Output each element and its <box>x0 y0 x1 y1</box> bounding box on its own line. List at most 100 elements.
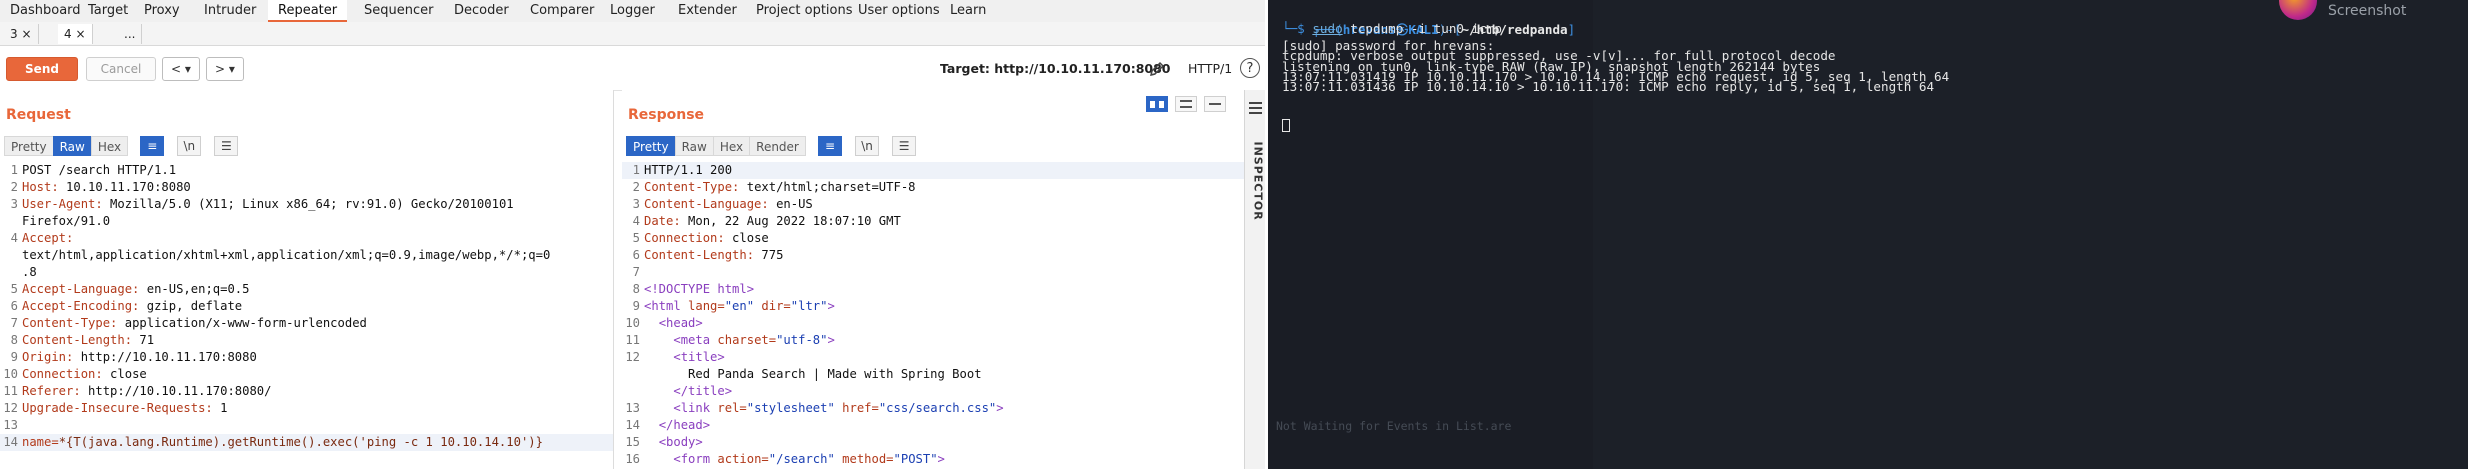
line-number: 1 <box>632 163 640 177</box>
menu-tab-intruder[interactable]: Intruder <box>194 0 266 22</box>
response-line: 4 Date: Mon, 22 Aug 2022 18:07:10 GMT <box>622 213 1244 230</box>
header-key: Accept-Encoding: <box>22 299 140 313</box>
line-number: 8 <box>632 282 640 296</box>
inspector-label[interactable]: INSPECTOR <box>1252 142 1265 221</box>
newline-toggle[interactable]: \n <box>177 136 202 156</box>
header-key: Referer: <box>22 384 81 398</box>
request-line: 8 Content-Length: 71 <box>0 332 613 349</box>
terminal-cursor <box>1282 119 1290 132</box>
request-panel: Request Pretty Raw Hex ≡ \n ☰ 1 POST /searc… <box>0 90 614 469</box>
response-line-content: Red Panda Search | Made with Spring Boot <box>688 367 982 381</box>
newline-toggle[interactable]: \n <box>855 136 880 156</box>
menu-tab-comparer[interactable]: Comparer <box>520 0 604 22</box>
menu-tab-learn[interactable]: Learn <box>940 0 996 22</box>
prompt-line-2: └─$ sudo tcpdump -i tun0 icmp <box>1282 21 1502 36</box>
menu-icon[interactable]: ☰ <box>892 136 917 156</box>
line-number: 13 <box>3 418 18 432</box>
response-line-content: <!DOCTYPE html> <box>644 282 755 296</box>
response-line: 13 <link rel="stylesheet" href="css/sear… <box>622 400 1244 417</box>
line-number: 2 <box>632 180 640 194</box>
repeater-tabs-bar: 3 × 4 ×... <box>0 22 1265 46</box>
format-pretty-button[interactable]: Pretty <box>4 136 54 156</box>
command-sudo: sudo <box>1312 21 1343 36</box>
response-line: </title> <box>622 383 1244 400</box>
request-line: 11 Referer: http://10.10.11.170:8080/ <box>0 383 613 400</box>
target-label: Target: http://10.10.11.170:8080 <box>940 61 1171 76</box>
cancel-button[interactable]: Cancel <box>86 57 156 81</box>
message-actions-icon[interactable]: ≡ <box>140 136 165 156</box>
repeater-tab[interactable]: ... <box>118 24 143 44</box>
split-horizontal-icon[interactable] <box>1145 96 1168 112</box>
response-viewer[interactable]: 1 HTTP/1.1 200 2 Content-Type: text/html;ch… <box>622 162 1244 468</box>
format-render-button[interactable]: Render <box>749 136 806 156</box>
line-number: 14 <box>3 435 18 449</box>
request-editor[interactable]: 1 POST /search HTTP/1.1 2 Host: 10.10.11.17… <box>0 162 613 451</box>
tabs-view-icon[interactable] <box>1204 96 1226 112</box>
repeater-tab[interactable]: 4 × <box>58 24 93 44</box>
http-protocol-label[interactable]: HTTP/1 <box>1188 61 1232 76</box>
request-line: 12 Upgrade-Insecure-Requests: 1 <box>0 400 613 417</box>
header-key: Accept: <box>22 231 74 245</box>
pencil-icon[interactable] <box>1148 60 1166 78</box>
response-line-content: Content-Type: text/html;charset=UTF-8 <box>644 180 916 194</box>
header-value: Mozilla/5.0 (X11; Linux x86_64; rv:91.0)… <box>102 197 514 211</box>
format-raw-button[interactable]: Raw <box>52 136 92 156</box>
screenshot-label[interactable]: Screenshot <box>2328 3 2406 19</box>
history-forward-button[interactable]: > ▾ <box>206 57 244 81</box>
split-vertical-icon[interactable] <box>1174 96 1197 112</box>
menu-tab-proxy[interactable]: Proxy <box>134 0 190 22</box>
header-value: POST /search HTTP/1.1 <box>22 163 177 177</box>
header-value: close <box>102 367 147 381</box>
menu-icon[interactable]: ☰ <box>214 136 239 156</box>
response-title: Response <box>628 107 705 123</box>
terminal-window[interactable]: ┌──(hrevans㉿KALI)-[~/htb/redpanda] └─$ s… <box>1268 0 2468 469</box>
line-number: 2 <box>10 180 18 194</box>
request-line: 3 User-Agent: Mozilla/5.0 (X11; Linux x86… <box>0 196 613 213</box>
line-number: 14 <box>625 418 640 432</box>
menu-tab-repeater[interactable]: Repeater <box>268 0 348 22</box>
menu-tab-user-options[interactable]: User options <box>848 0 950 22</box>
line-number: 5 <box>10 282 18 296</box>
line-number: 1 <box>10 163 18 177</box>
menu-tab-target[interactable]: Target <box>78 0 138 22</box>
menu-tab-dashboard[interactable]: Dashboard <box>0 0 91 22</box>
repeater-tab[interactable]: 3 × <box>4 24 39 44</box>
response-line: Red Panda Search | Made with Spring Boot <box>622 366 1244 383</box>
header-value: http://10.10.11.170:8080 <box>73 350 257 364</box>
send-button[interactable]: Send <box>6 57 78 81</box>
request-format-bar: Pretty Raw Hex ≡ \n ☰ <box>4 136 239 156</box>
terminal-output-line: 13:07:11.031436 IP 10.10.14.10 > 10.10.1… <box>1282 79 1935 95</box>
screenshot-app-icon[interactable] <box>2279 0 2317 20</box>
format-hex-button[interactable]: Hex <box>712 136 751 156</box>
format-raw-button[interactable]: Raw <box>674 136 714 156</box>
history-back-button[interactable]: < ▾ <box>162 57 200 81</box>
menu-tab-extender[interactable]: Extender <box>668 0 747 22</box>
message-actions-icon[interactable]: ≡ <box>817 136 842 156</box>
menu-tab-logger[interactable]: Logger <box>600 0 665 22</box>
response-panel: Response Pretty Raw Hex Render ≡ \n ☰ 1 HTTP… <box>622 90 1244 469</box>
format-hex-button[interactable]: Hex <box>90 136 129 156</box>
header-value: en-US,en;q=0.5 <box>139 282 250 296</box>
response-line: 14 </head> <box>622 417 1244 434</box>
response-line-content: Date: Mon, 22 Aug 2022 18:07:10 GMT <box>644 214 901 228</box>
menu-tab-project-options[interactable]: Project options <box>746 0 863 22</box>
line-number: 6 <box>10 299 18 313</box>
response-line: 16 <form action="/search" method="POST"> <box>622 451 1244 468</box>
menu-tab-sequencer[interactable]: Sequencer <box>354 0 443 22</box>
help-icon[interactable]: ? <box>1240 58 1260 78</box>
header-value: 71 <box>132 333 155 347</box>
hamburger-icon[interactable] <box>1249 102 1262 117</box>
response-line: 6 Content-Length: 775 <box>622 247 1244 264</box>
format-pretty-button[interactable]: Pretty <box>626 136 676 156</box>
response-line: 8 <!DOCTYPE html> <box>622 281 1244 298</box>
inspector-sidebar[interactable]: INSPECTOR <box>1244 90 1265 469</box>
repeater-toolbar: Send Cancel < ▾ > ▾ Target: http://10.10… <box>0 46 1265 91</box>
menu-tab-decoder[interactable]: Decoder <box>444 0 519 22</box>
main-menu-bar: Dashboard Target Proxy Intruder Repeater Sequ… <box>0 0 1265 23</box>
command-text: tcpdump -i tun0 icmp <box>1342 21 1502 36</box>
response-line-content: HTTP/1.1 200 <box>644 163 733 177</box>
burp-suite-window: Dashboard Target Proxy Intruder Repeater Sequ… <box>0 0 1265 469</box>
response-line: 15 <body> <box>622 434 1244 451</box>
header-value: text/html,application/xhtml+xml,applicat… <box>22 248 551 262</box>
line-number: 12 <box>625 350 640 364</box>
